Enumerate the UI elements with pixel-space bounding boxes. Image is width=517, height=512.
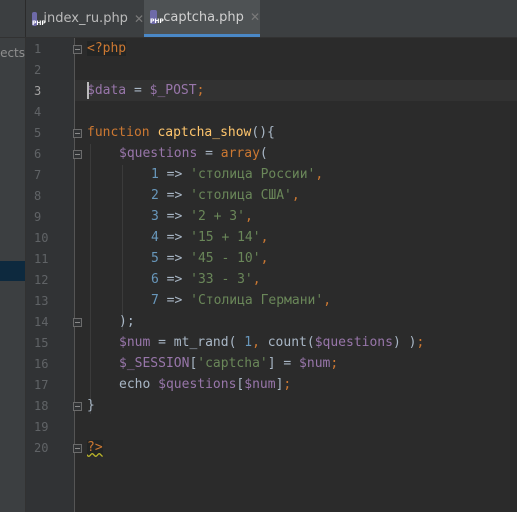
code-line-8: 2 => 'столица США', (151, 188, 300, 203)
line-number: 15 (34, 336, 49, 350)
code-line-20: ?> (87, 440, 103, 455)
code-line-5: function captcha_show(){ (87, 125, 275, 140)
code-line-1: <?php (87, 41, 127, 56)
project-selected-item[interactable] (0, 261, 25, 281)
editor-tab-bar: index_ru.php ✕ captcha.php ✕ (0, 0, 517, 38)
php-file-icon (32, 11, 47, 27)
line-number: 6 (34, 147, 42, 161)
php-file-icon (150, 10, 164, 25)
tab-label: captcha.php (163, 9, 244, 25)
line-number: 8 (34, 189, 42, 203)
line-number: 11 (34, 252, 49, 266)
text-caret (87, 82, 89, 99)
line-number: 7 (34, 168, 42, 182)
line-number-gutter[interactable]: 1 2 3 4 5 6 7 8 9 10 11 12 13 14 15 16 1… (26, 38, 82, 512)
line-number: 4 (34, 105, 42, 119)
code-line-14: ); (119, 314, 135, 329)
line-number: 12 (34, 273, 49, 287)
code-line-13: 7 => 'Столица Германи', (151, 293, 332, 308)
tab-captcha[interactable]: captcha.php ✕ (144, 0, 260, 37)
code-line-6: $questions = array( (119, 146, 268, 161)
tab-index-ru[interactable]: index_ru.php ✕ (26, 0, 144, 37)
line-number: 3 (34, 84, 42, 98)
line-number: 16 (34, 357, 49, 371)
indent-guide (122, 165, 123, 330)
code-editor[interactable]: <?php $data = $_POST; function captcha_s… (75, 38, 517, 512)
code-line-10: 4 => '15 + 14', (151, 230, 269, 245)
line-number: 20 (34, 441, 49, 455)
tool-window-strip (0, 0, 26, 37)
line-number: 18 (34, 399, 49, 413)
indent-guide (90, 144, 91, 414)
project-panel[interactable]: ects' (0, 38, 26, 512)
code-line-11: 5 => '45 - 10', (151, 251, 269, 266)
close-icon[interactable]: ✕ (250, 10, 260, 24)
line-number: 9 (34, 210, 42, 224)
code-line-17: echo $questions[$num]; (119, 377, 292, 392)
close-icon[interactable]: ✕ (134, 12, 144, 26)
line-number: 2 (34, 63, 42, 77)
code-line-3: $data = $_POST; (87, 83, 205, 98)
code-line-7: 1 => 'столица России', (151, 167, 324, 182)
code-line-9: 3 => '2 + 3', (151, 209, 253, 224)
line-number: 17 (34, 378, 49, 392)
project-panel-label: ects' (0, 46, 25, 60)
line-number: 5 (34, 126, 42, 140)
line-number: 13 (34, 294, 49, 308)
code-line-15: $num = mt_rand( 1, count($questions) ); (119, 335, 425, 350)
code-line-16: $_SESSION['captcha'] = $num; (119, 356, 339, 371)
tab-label: index_ru.php (43, 11, 128, 26)
line-number: 10 (34, 231, 49, 245)
line-number: 19 (34, 420, 49, 434)
code-line-18: } (87, 398, 95, 413)
line-number: 1 (34, 42, 42, 56)
line-number: 14 (34, 315, 49, 329)
code-line-12: 6 => '33 - 3', (151, 272, 261, 287)
